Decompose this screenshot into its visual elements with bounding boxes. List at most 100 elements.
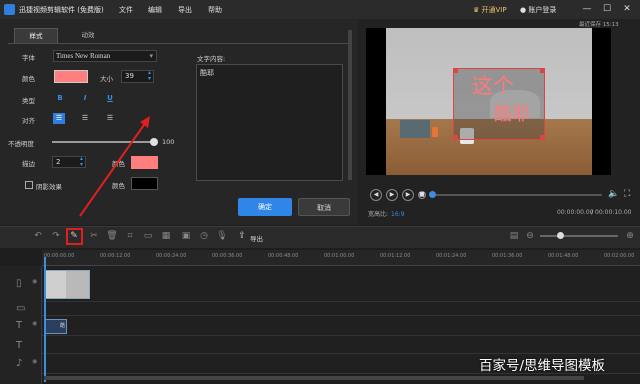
- next-frame-button[interactable]: ▶: [402, 189, 414, 201]
- duration-icon[interactable]: ◷: [198, 229, 210, 243]
- cancel-button[interactable]: 取消: [298, 198, 350, 216]
- volume-icon[interactable]: 🔈: [608, 189, 619, 199]
- text-track-icon: T: [16, 320, 23, 331]
- tab-divider: [8, 43, 348, 44]
- video-track[interactable]: [42, 266, 640, 302]
- ruler-tick: 00:00:12.00: [100, 253, 131, 259]
- overlay-text-line2: 酷耶: [494, 104, 530, 125]
- vip-button[interactable]: ♛ 开通VIP: [473, 5, 507, 15]
- menu-export[interactable]: 导出: [178, 5, 192, 15]
- fullscreen-icon[interactable]: ⛶: [624, 189, 630, 199]
- stop-button[interactable]: ■: [418, 191, 426, 199]
- music-track-icon: ♪: [16, 358, 23, 369]
- close-button[interactable]: ✕: [620, 3, 634, 16]
- app-title: 迅捷视频剪辑软件 (免费版): [19, 6, 104, 14]
- type-label: 类型: [22, 97, 35, 105]
- text-color-swatch[interactable]: [54, 70, 88, 83]
- scene-object: [400, 120, 430, 138]
- underline-button[interactable]: U: [104, 93, 116, 104]
- split-icon[interactable]: ✂: [88, 229, 100, 243]
- zoom-slider[interactable]: [540, 235, 618, 237]
- mic-icon[interactable]: 🎙: [216, 229, 228, 243]
- size-stepper[interactable]: 39 ▴ ▾: [121, 70, 154, 83]
- overlay-track[interactable]: [42, 302, 640, 316]
- login-button[interactable]: ● 账户登录: [520, 5, 556, 15]
- font-select[interactable]: Times New Roman ▾: [53, 50, 157, 62]
- edit-icon[interactable]: ✎: [68, 229, 80, 243]
- shadow-checkbox[interactable]: [25, 181, 33, 189]
- ruler-tick: 00:00:36.00: [212, 253, 243, 259]
- ruler-tick: 00:01:36.00: [492, 253, 523, 259]
- mosaic-icon[interactable]: ▦: [160, 229, 172, 243]
- ruler-tick: 00:00:00.00: [44, 253, 75, 259]
- ratio-label: 宽高比:: [368, 211, 389, 218]
- crop-alt-icon[interactable]: ▭: [142, 229, 154, 243]
- time-separator: /: [591, 209, 594, 216]
- zoom-in-icon[interactable]: ⊕: [624, 229, 636, 243]
- minimize-button[interactable]: —: [580, 3, 594, 16]
- export-icon[interactable]: ⇪: [236, 229, 248, 243]
- stepper-arrows-icon[interactable]: ▴ ▾: [148, 70, 151, 82]
- subtitle-track-icon: T: [16, 340, 23, 351]
- ruler-tick: 00:01:00.00: [324, 253, 355, 259]
- tab-animation[interactable]: 动效: [66, 28, 110, 43]
- freeze-icon[interactable]: ▣: [180, 229, 192, 243]
- ok-button[interactable]: 确定: [238, 198, 292, 216]
- zoom-out-icon[interactable]: ⊖: [524, 229, 536, 243]
- crop-icon[interactable]: ⌗: [124, 229, 136, 243]
- timeline-scrollbar[interactable]: [44, 376, 584, 380]
- ruler-tick: 00:01:48.00: [548, 253, 579, 259]
- undo-icon[interactable]: ↶: [32, 229, 44, 243]
- menu-help[interactable]: 帮助: [208, 5, 222, 15]
- playhead[interactable]: [44, 257, 46, 382]
- play-button[interactable]: ▶: [386, 189, 398, 201]
- playback-thumb[interactable]: [429, 191, 436, 198]
- panel-scrollbar[interactable]: [348, 30, 352, 180]
- fit-icon[interactable]: ▤: [508, 229, 520, 243]
- menu-edit[interactable]: 编辑: [148, 5, 162, 15]
- text-clip-label: 酷: [60, 323, 66, 329]
- scene-object: [432, 127, 438, 137]
- video-track-icon: ▯: [16, 278, 22, 289]
- redo-icon[interactable]: ↷: [50, 229, 62, 243]
- resize-handle[interactable]: [540, 68, 545, 73]
- prev-frame-button[interactable]: ◀: [370, 189, 382, 201]
- resize-handle[interactable]: [540, 135, 545, 140]
- current-time: 00:00:00.00: [557, 209, 594, 216]
- total-time: 00:00:10.00: [595, 209, 632, 216]
- zoom-slider-thumb[interactable]: [557, 232, 564, 239]
- video-clip[interactable]: [44, 270, 90, 299]
- bold-button[interactable]: B: [54, 93, 66, 104]
- ruler-tick: 00:01:12.00: [380, 253, 411, 259]
- text-clip[interactable]: 酷: [44, 319, 67, 334]
- color-label: 颜色: [22, 75, 35, 83]
- resize-handle[interactable]: [453, 135, 458, 140]
- ruler-tick: 00:00:48.00: [268, 253, 299, 259]
- subtitle-track[interactable]: [42, 336, 640, 354]
- delete-icon[interactable]: 🗑: [106, 229, 118, 243]
- aspect-ratio[interactable]: 宽高比: 16:9: [368, 209, 405, 218]
- track-mute-icon[interactable]: ◉: [32, 358, 37, 365]
- size-label: 大小: [100, 75, 113, 83]
- stroke-label: 描边: [22, 160, 35, 168]
- track-visibility-icon[interactable]: ◉: [32, 278, 37, 285]
- italic-button[interactable]: I: [79, 93, 91, 104]
- size-value: 39: [125, 72, 134, 80]
- maximize-button[interactable]: ☐: [600, 3, 614, 16]
- text-content-input[interactable]: 酷耶: [196, 64, 343, 181]
- menu-file[interactable]: 文件: [119, 5, 133, 15]
- text-content-value: 酷耶: [200, 69, 214, 77]
- align-label: 对齐: [22, 117, 35, 125]
- ruler-tick: 00:00:24.00: [156, 253, 187, 259]
- login-label: 账户登录: [528, 6, 557, 14]
- align-left-button[interactable]: ☰: [53, 113, 65, 124]
- tab-style[interactable]: 样式: [14, 28, 58, 43]
- text-track[interactable]: [42, 316, 640, 336]
- playback-progress[interactable]: [432, 194, 602, 196]
- export-label[interactable]: 导出: [250, 233, 263, 243]
- opacity-label: 不透明度: [8, 140, 34, 148]
- overlay-track-icon: ▭: [16, 303, 26, 314]
- track-visibility-icon[interactable]: ◉: [32, 320, 37, 327]
- ratio-value: 16:9: [391, 211, 405, 218]
- resize-handle[interactable]: [453, 68, 458, 73]
